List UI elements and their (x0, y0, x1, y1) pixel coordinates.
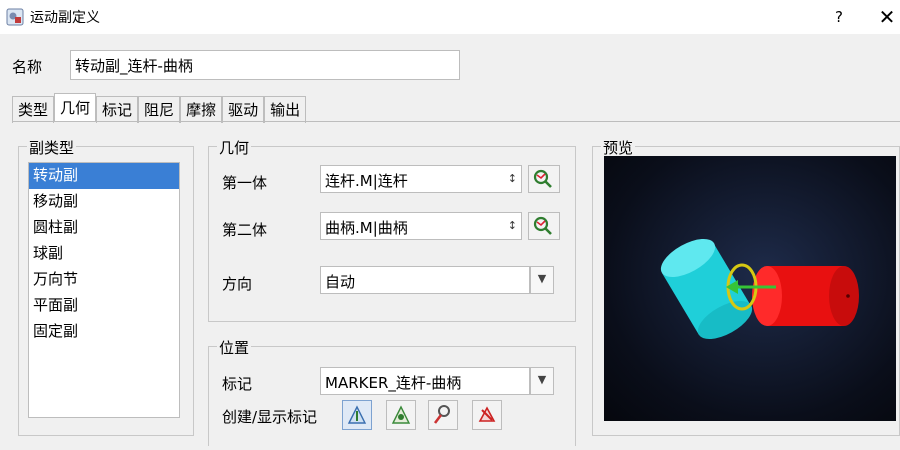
marker-value: MARKER_连杆-曲柄 (325, 374, 462, 392)
create-marker-button[interactable] (342, 400, 372, 430)
help-button[interactable]: ? (826, 4, 852, 30)
second-body-value: 曲柄.M|曲柄 (325, 219, 408, 237)
tab-type[interactable]: 类型 (12, 96, 55, 123)
list-item-universal[interactable]: 万向节 (29, 267, 179, 293)
joint-preview-image (660, 238, 859, 340)
first-body-value: 连杆.M|连杆 (325, 172, 408, 190)
delete-marker-button[interactable] (472, 400, 502, 430)
direction-select[interactable]: 自动 (320, 266, 530, 294)
list-item-fixed[interactable]: 固定副 (29, 319, 179, 345)
second-body-label: 第二体 (222, 221, 268, 239)
show-marker-button[interactable] (386, 400, 416, 430)
marker-select[interactable]: MARKER_连杆-曲柄 (320, 367, 530, 395)
tab-output[interactable]: 输出 (264, 96, 307, 123)
tab-marker[interactable]: 标记 (96, 96, 139, 123)
close-button[interactable]: ✕ (874, 4, 900, 30)
tab-divider (12, 121, 900, 122)
app-icon (6, 8, 24, 26)
direction-label: 方向 (222, 275, 253, 293)
preview-viewport[interactable] (604, 156, 896, 421)
first-body-field[interactable]: 连杆.M|连杆 ↕ (320, 165, 522, 193)
title-bar: 运动副定义 ? ✕ (0, 0, 900, 34)
chevron-down-icon[interactable]: ▼ (530, 367, 554, 395)
edit-marker-button[interactable] (428, 400, 458, 430)
tab-drive[interactable]: 驱动 (222, 96, 265, 123)
first-body-label: 第一体 (222, 174, 268, 192)
list-item-cylindrical[interactable]: 圆柱副 (29, 215, 179, 241)
spin-icon[interactable]: ↕ (508, 219, 517, 232)
joint-type-list: 转动副 移动副 圆柱副 球副 万向节 平面副 固定副 (28, 162, 180, 418)
link-cylinder (660, 238, 753, 340)
pick-first-body-button[interactable] (528, 165, 560, 193)
spin-icon[interactable]: ↕ (508, 172, 517, 185)
edit-marker-icon (433, 405, 450, 424)
name-label: 名称 (12, 58, 43, 76)
create-marker-icon (347, 405, 367, 424)
list-item-translational[interactable]: 移动副 (29, 189, 179, 215)
tab-damping[interactable]: 阻尼 (138, 96, 181, 123)
show-marker-icon (391, 405, 411, 424)
name-input[interactable]: 转动副_连杆-曲柄 (70, 50, 460, 80)
list-item-spherical[interactable]: 球副 (29, 241, 179, 267)
position-legend: 位置 (217, 337, 252, 358)
crank-cylinder (752, 266, 859, 326)
list-item-revolute[interactable]: 转动副 (29, 163, 179, 189)
joint-type-legend: 副类型 (27, 137, 77, 158)
preview-legend: 预览 (601, 137, 636, 158)
direction-value: 自动 (325, 273, 356, 291)
tab-geometry[interactable]: 几何 (54, 93, 97, 122)
list-item-planar[interactable]: 平面副 (29, 293, 179, 319)
second-body-field[interactable]: 曲柄.M|曲柄 ↕ (320, 212, 522, 240)
geometry-legend: 几何 (217, 137, 252, 158)
tab-bar: 类型 几何 标记 阻尼 摩擦 驱动 输出 (12, 93, 307, 123)
window-title: 运动副定义 (30, 10, 100, 26)
pick-body-icon (533, 169, 552, 188)
chevron-down-icon[interactable]: ▼ (530, 266, 554, 294)
pick-second-body-button[interactable] (528, 212, 560, 240)
pick-body-icon (533, 216, 552, 235)
delete-marker-icon (478, 406, 496, 422)
create-marker-label: 创建/显示标记 (222, 408, 318, 426)
tab-friction[interactable]: 摩擦 (180, 96, 223, 123)
marker-label: 标记 (222, 375, 253, 393)
